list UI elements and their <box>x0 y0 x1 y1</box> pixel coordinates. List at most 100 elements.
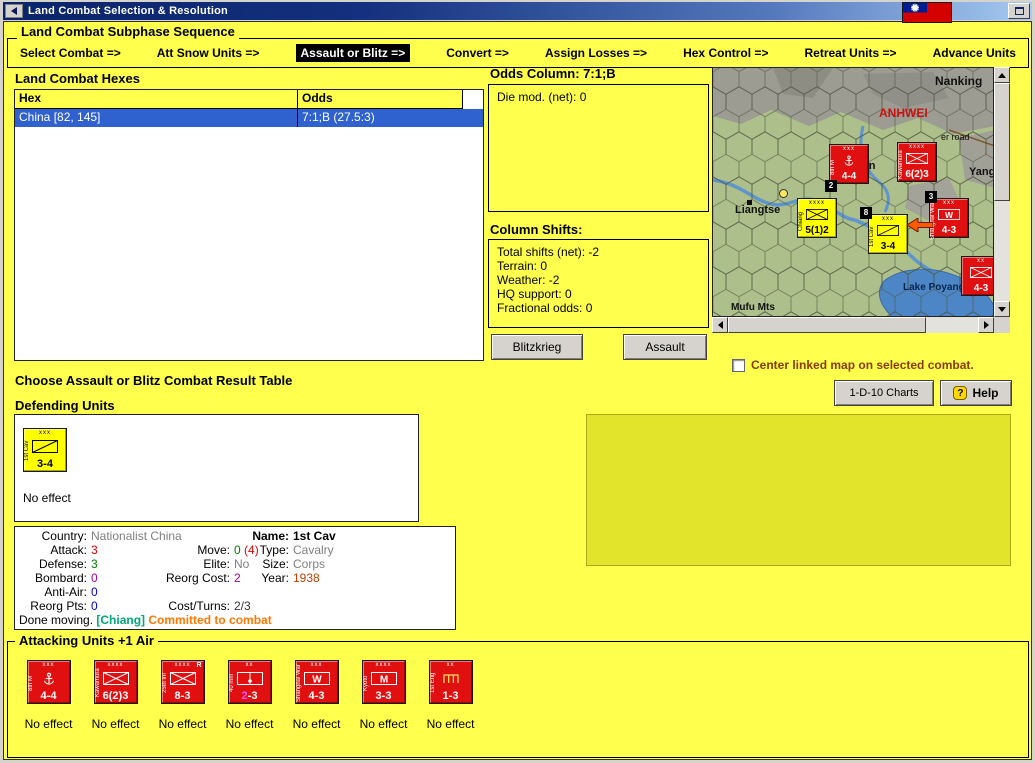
unit-counter[interactable]: 40 mm xx 2-3 <box>227 660 272 704</box>
name-value: 1st Cav <box>293 529 336 543</box>
attacking-unit[interactable]: Shanghai War xxx W 4-3 No effect <box>283 660 350 731</box>
unit-value: 3-4 <box>880 241 896 252</box>
defense-value: 3 <box>91 557 98 571</box>
unit-counter[interactable]: 8th M xxx 4-4 <box>26 660 71 704</box>
sequence-step-select-combat: Select Combat => <box>20 46 121 60</box>
unit-counter[interactable]: Kawamura xxxx 6(2)3 <box>93 660 138 704</box>
help-button[interactable]: ? Help <box>940 380 1012 406</box>
unit-size: xx <box>245 662 254 668</box>
anti-air-label: Anti-Air: <box>44 585 87 599</box>
attacking-unit[interactable]: 40 mm xx 2-3 No effect <box>216 660 283 731</box>
marine-anchor-symbol-icon <box>838 155 860 166</box>
unit-value: 4-4 <box>40 690 57 702</box>
back-arrow-glyph <box>11 7 17 15</box>
map-unit-edge[interactable]: xx 4-3 <box>961 256 993 296</box>
client-area: Land Combat Subphase Sequence Select Com… <box>3 21 1032 760</box>
name-label: Name: <box>252 529 289 543</box>
defending-units-title: Defending Units <box>15 398 115 413</box>
unit-value: 8-3 <box>174 690 191 702</box>
info-row: Anti-Air: 0 <box>15 585 455 599</box>
reorg-pts-value: 0 <box>91 599 98 613</box>
scrollbar-corner <box>994 317 1010 333</box>
sequence-title: Land Combat Subphase Sequence <box>17 24 239 39</box>
blitzkrieg-button[interactable]: Blitzkrieg <box>491 334 583 360</box>
shift-terrain: Terrain: 0 <box>497 259 548 273</box>
column-header-odds: Odds <box>298 90 463 109</box>
combat-hexes-table: Hex Odds China [82, 145] 7:1;B (27.5:3) <box>14 89 484 361</box>
size-value: Corps <box>293 557 326 571</box>
scroll-left-button[interactable] <box>712 317 728 333</box>
help-button-label: Help <box>972 386 999 400</box>
map-unit-marine[interactable]: 8th M xxx 4-4 <box>829 144 869 184</box>
unit-counter[interactable]: 25th Inf xxxx R 8-3 <box>160 660 205 704</box>
infantry-symbol-icon <box>806 209 828 220</box>
attacking-unit[interactable]: Kawamura xxxx 6(2)3 No effect <box>82 660 149 731</box>
bombard-label: Bombard: <box>34 571 87 585</box>
attack-value: 3 <box>91 543 98 557</box>
map-terrain <box>713 68 993 316</box>
defending-unit-counter[interactable]: 1st Cav xxx 3-4 <box>23 428 67 472</box>
country-label: Country: <box>41 529 87 543</box>
infantry-symbol-icon <box>906 153 928 164</box>
unit-size: xxx <box>39 430 51 436</box>
unit-size: xxxx <box>375 662 392 668</box>
map-unit-infantry[interactable]: Kawamura xxxx 6(2)3 <box>897 142 937 182</box>
info-status-row: Done moving. [Chiang] Committed to comba… <box>15 613 455 627</box>
unit-info-panel: Country: Nationalist China Name: 1st Cav… <box>14 526 456 630</box>
map-label-yangtze: Yangt <box>969 166 993 178</box>
unit-status: No effect <box>225 717 274 731</box>
choose-crt-label: Choose Assault or Blitz Combat Result Ta… <box>15 373 293 388</box>
shifts-panel: Total shifts (net): -2 Terrain: 0 Weathe… <box>488 239 709 328</box>
unit-value: 6(2)3 <box>905 169 929 180</box>
unit-status: No effect <box>426 717 475 731</box>
vertical-scroll-thumb[interactable] <box>994 83 1010 201</box>
defending-units-panel: 1st Cav xxx 3-4 No effect <box>14 414 419 522</box>
unit-counter[interactable]: Kyoto xxxx M 3-3 <box>361 660 406 704</box>
unit-value: 4-3 <box>941 225 957 236</box>
sequence-step-convert: Convert => <box>446 46 509 60</box>
town-marker <box>747 200 752 205</box>
horizontal-scroll-thumb[interactable] <box>728 317 926 333</box>
scroll-up-button[interactable] <box>994 67 1010 83</box>
info-row: Reorg Pts: 0 Cost/Turns: 2/3 <box>15 599 455 613</box>
titlebar[interactable]: Land Combat Selection & Resolution <box>3 2 1032 23</box>
map-view[interactable]: Nanking ANHWEI er road Yangt Wuhan Liang… <box>712 67 994 317</box>
scroll-right-button[interactable] <box>978 317 994 333</box>
scroll-down-button[interactable] <box>994 301 1010 317</box>
unit-counter[interactable]: 1st Eng xx 1-3 <box>428 660 473 704</box>
linked-map[interactable]: Nanking ANHWEI er road Yangt Wuhan Liang… <box>712 67 1010 333</box>
infantry-symbol-icon <box>102 672 129 685</box>
unit-size: xxx <box>310 662 323 668</box>
attacking-unit[interactable]: 1st Eng xx 1-3 No effect <box>417 660 484 731</box>
back-arrow-icon[interactable] <box>5 4 23 18</box>
unit-status: No effect <box>24 717 73 731</box>
unit-size: xxx <box>843 146 855 152</box>
sequence-step-assault-or-blitz: Assault or Blitz => <box>295 44 411 62</box>
info-row: Attack: 3 Move: 0 (4) Type: Cavalry <box>15 543 455 557</box>
table-row[interactable]: China [82, 145] 7:1;B (27.5:3) <box>15 109 483 127</box>
center-map-checkbox[interactable] <box>732 359 745 372</box>
odds-panel: Die mod. (net): 0 <box>488 84 709 212</box>
map-label-nanking: Nanking <box>935 74 983 88</box>
attacking-unit[interactable]: 25th Inf xxxx R 8-3 No effect <box>149 660 216 731</box>
sequence-step-retreat-units: Retreat Units => <box>804 46 897 60</box>
engineer-symbol-icon <box>438 672 464 685</box>
scroll-down-icon <box>998 306 1006 312</box>
assault-button[interactable]: Assault <box>623 334 707 360</box>
table-header: Hex Odds <box>15 90 483 109</box>
map-unit-warlord[interactable]: Shanghai War xxx W 4-3 <box>929 198 969 240</box>
cavalry-symbol-icon <box>877 225 899 236</box>
attacking-unit[interactable]: Kyoto xxxx M 3-3 No effect <box>350 660 417 731</box>
map-unit-1st-cav[interactable]: 1st Cav xxx 3-4 <box>868 214 908 254</box>
charts-button[interactable]: 1-D-10 Charts <box>834 380 934 406</box>
unit-counter[interactable]: Shanghai War xxx W 4-3 <box>294 660 339 704</box>
map-label-anhwei: ANHWEI <box>879 106 928 120</box>
hexes-title: Land Combat Hexes <box>15 71 140 86</box>
militia-w-symbol-icon: W <box>938 209 960 220</box>
window-control-button[interactable] <box>1008 3 1030 19</box>
attacking-units-row: 8th M xxx 4-4 No effect Kawamura xxxx 6( <box>15 660 484 731</box>
map-horizontal-scrollbar <box>712 317 994 333</box>
map-unit-chiang-hq[interactable]: Chiang xxxx 5(1)2 <box>797 198 837 238</box>
attacking-unit[interactable]: 8th M xxx 4-4 No effect <box>15 660 82 731</box>
anti-air-value: 0 <box>91 585 98 599</box>
